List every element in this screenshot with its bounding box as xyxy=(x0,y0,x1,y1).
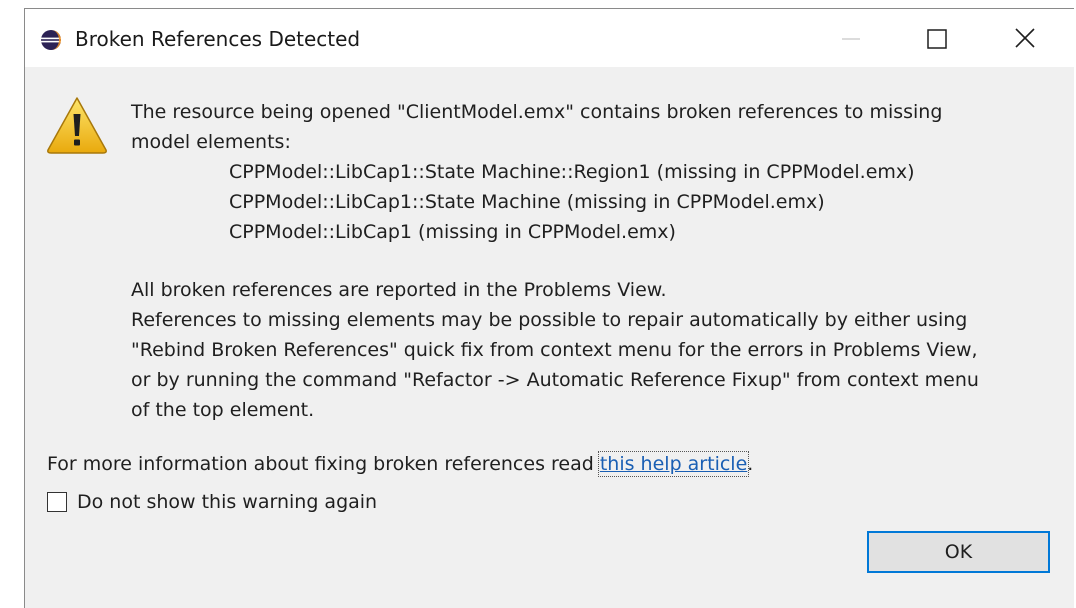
minimize-icon xyxy=(842,38,860,40)
window-title: Broken References Detected xyxy=(75,27,361,51)
message-body: The resource being opened "ClientModel.e… xyxy=(131,97,1061,425)
missing-element-item: CPPModel::LibCap1::State Machine::Region… xyxy=(229,161,915,183)
details-line: or by running the command "Refactor -> A… xyxy=(131,369,979,391)
maximize-icon xyxy=(927,29,947,49)
help-info-suffix: . xyxy=(747,453,754,475)
details-line: References to missing elements may be po… xyxy=(131,309,968,331)
details-line: of the top element. xyxy=(131,399,315,421)
close-button[interactable] xyxy=(1002,19,1048,59)
broken-references-dialog: Broken References Detected The resource … xyxy=(24,8,1074,608)
details-line: "Rebind Broken References" quick fix fro… xyxy=(131,339,978,361)
dont-show-again-label[interactable]: Do not show this warning again xyxy=(77,487,377,517)
help-article-link[interactable]: this help article xyxy=(597,451,750,477)
message-intro-line: The resource being opened "ClientModel.e… xyxy=(131,101,943,123)
message-intro-line: model elements: xyxy=(131,131,291,153)
help-info-text: For more information about fixing broken… xyxy=(47,453,600,475)
minimize-button[interactable] xyxy=(828,19,874,59)
missing-element-item: CPPModel::LibCap1 (missing in CPPModel.e… xyxy=(229,221,676,243)
warning-icon xyxy=(47,97,107,154)
eclipse-icon xyxy=(41,30,61,50)
dont-show-again-checkbox[interactable] xyxy=(47,492,67,512)
close-icon xyxy=(1015,28,1035,48)
title-bar[interactable]: Broken References Detected xyxy=(25,9,1074,67)
ok-button[interactable]: OK xyxy=(867,531,1050,573)
maximize-button[interactable] xyxy=(913,19,959,59)
missing-element-item: CPPModel::LibCap1::State Machine (missin… xyxy=(229,191,825,213)
help-info-line: For more information about fixing broken… xyxy=(47,449,753,479)
details-line: All broken references are reported in th… xyxy=(131,279,667,301)
dont-show-again-row[interactable]: Do not show this warning again xyxy=(47,487,377,517)
